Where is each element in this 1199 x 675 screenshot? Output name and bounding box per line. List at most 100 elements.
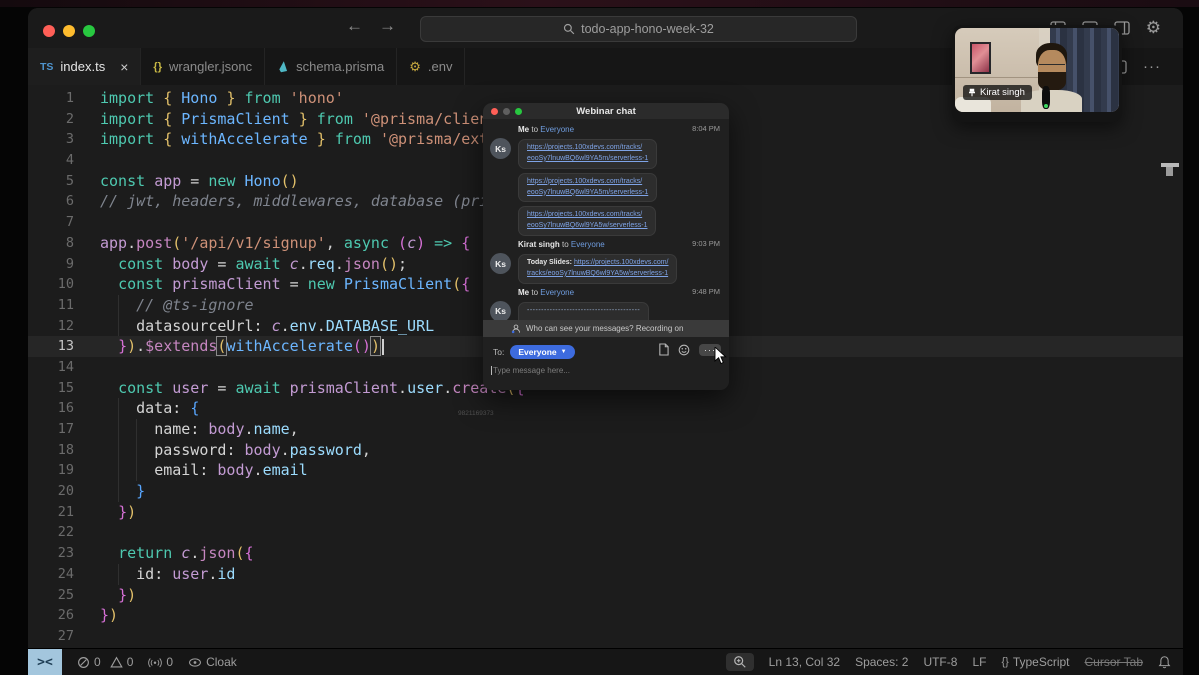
chat-link[interactable]: eooSy7lnuwBQ6wl9YA5w/serverless-1 bbox=[527, 222, 647, 229]
back-arrow-icon[interactable]: ← bbox=[346, 16, 363, 36]
search-text: todo-app-hono-week-32 bbox=[581, 22, 714, 36]
remote-indicator[interactable]: >< bbox=[28, 649, 62, 675]
code-text: const body = await c.req.json(); bbox=[118, 254, 408, 273]
chat-link[interactable]: eooSy7lnuwBQ6wl9YA5m/serverless-1 bbox=[527, 155, 648, 162]
language-mode[interactable]: {} TypeScript bbox=[1001, 655, 1069, 669]
broadcast-icon bbox=[148, 658, 163, 668]
cursor-position[interactable]: Ln 13, Col 32 bbox=[769, 655, 840, 669]
minimize-window-button[interactable] bbox=[63, 25, 75, 37]
gear-file-icon: ⚙ bbox=[409, 59, 421, 74]
chat-privacy-banner: Who can see your messages? Recording on bbox=[483, 320, 729, 337]
chat-link[interactable]: https://projects.100xdevs.com/tracks/ bbox=[527, 178, 642, 185]
tab-schema-prisma[interactable]: schema.prisma bbox=[265, 48, 398, 85]
wall-art bbox=[969, 42, 992, 75]
avatar: Ks bbox=[490, 300, 511, 320]
line-number: 18 bbox=[57, 441, 74, 458]
vscode-window: ← → todo-app-hono-week-32 ⚙ TS index.ts … bbox=[28, 8, 1183, 675]
search-icon bbox=[564, 23, 575, 35]
participant-name: Kirat singh bbox=[980, 87, 1025, 98]
code-line[interactable]: 21 }) bbox=[28, 502, 1183, 523]
code-text: password: body.password, bbox=[100, 439, 371, 461]
chat-title: Webinar chat bbox=[576, 105, 636, 117]
code-text: const app = new Hono() bbox=[100, 171, 299, 190]
chat-message-time: 8:04 PM bbox=[692, 124, 720, 133]
audience-value: Everyone bbox=[518, 347, 557, 357]
chat-link[interactable]: https://projects.100xdevs.com/ bbox=[574, 259, 669, 266]
line-number: 24 bbox=[57, 565, 74, 582]
line-number: 2 bbox=[65, 110, 74, 127]
problems-indicator[interactable]: 0 0 bbox=[77, 655, 133, 669]
chat-message-list[interactable]: Me to Everyone 8:04 PM Ks https://projects.… bbox=[483, 119, 729, 320]
warning-icon bbox=[109, 655, 123, 668]
line-number: 14 bbox=[57, 358, 74, 375]
chat-message-time: 9:03 PM bbox=[692, 239, 720, 249]
chat-link[interactable]: eooSy7lnuwBQ6wl9YA5m/serverless-1 bbox=[527, 189, 648, 196]
code-text: id: user.id bbox=[100, 563, 235, 585]
warning-count: 0 bbox=[126, 655, 134, 669]
avatar: Ks bbox=[490, 253, 511, 275]
tab-label: wrangler.jsonc bbox=[168, 59, 253, 74]
tab-wrangler-jsonc[interactable]: {} wrangler.jsonc bbox=[141, 48, 266, 85]
code-line[interactable]: 27 bbox=[28, 626, 1183, 647]
eol-sequence[interactable]: LF bbox=[972, 655, 986, 669]
code-line[interactable]: 25 }) bbox=[28, 585, 1183, 606]
settings-gear-icon[interactable]: ⚙ bbox=[1146, 19, 1161, 36]
code-line[interactable]: 20 } bbox=[28, 481, 1183, 502]
code-text: const user = await prismaClient.user.cre… bbox=[118, 378, 524, 397]
emoji-icon[interactable] bbox=[678, 344, 690, 356]
command-center-search[interactable]: todo-app-hono-week-32 bbox=[420, 16, 857, 42]
magnifier-plus-icon bbox=[733, 656, 746, 668]
line-number: 1 bbox=[65, 90, 74, 106]
chat-link[interactable]: https://projects.100xdevs.com/tracks/ bbox=[527, 211, 642, 218]
maximize-window-button[interactable] bbox=[83, 25, 95, 37]
code-text: // @ts-ignore bbox=[100, 294, 254, 316]
pin-icon bbox=[969, 88, 975, 97]
encoding[interactable]: UTF-8 bbox=[923, 655, 957, 669]
cloak-extension[interactable]: Cloak bbox=[188, 655, 237, 669]
screen: ← → todo-app-hono-week-32 ⚙ TS index.ts … bbox=[0, 0, 1199, 675]
code-text: name: body.name, bbox=[100, 419, 299, 440]
chat-message: Me to Everyone 8:04 PM Ks https://projects.… bbox=[483, 124, 729, 203]
line-number: 17 bbox=[57, 421, 74, 437]
attach-file-icon[interactable] bbox=[658, 343, 669, 356]
chat-message-bubble[interactable]: https://projects.100xdevs.com/tracks/eoo… bbox=[518, 139, 658, 169]
code-text: }) bbox=[100, 606, 119, 625]
chat-message-bubble[interactable]: Today Slides: https://projects.100xdevs.… bbox=[518, 254, 678, 284]
ports-indicator[interactable]: 0 bbox=[148, 655, 173, 669]
webinar-chat-window[interactable]: Webinar chat Me to Everyone 8:04 PM Ks http… bbox=[483, 103, 729, 390]
code-text: }) bbox=[118, 502, 137, 521]
error-count: 0 bbox=[94, 655, 101, 669]
chat-link[interactable]: tracks/eooSy7lnuwBQ6wl9YA5w/serverless-1 bbox=[527, 270, 668, 277]
tab--env[interactable]: ⚙ .env bbox=[397, 48, 466, 85]
audience-selector[interactable]: Everyone ▼ bbox=[510, 345, 575, 359]
line-number: 10 bbox=[57, 276, 74, 293]
code-text: app.post('/api/v1/signup', async (c) => … bbox=[100, 233, 471, 252]
mouse-cursor bbox=[714, 347, 727, 365]
person bbox=[1021, 43, 1083, 112]
zoom-status-button[interactable] bbox=[725, 653, 754, 671]
chat-message-input[interactable]: Type message here... bbox=[491, 366, 729, 376]
editor-caret bbox=[381, 338, 384, 355]
forward-arrow-icon[interactable]: → bbox=[379, 16, 396, 36]
chat-message-bubble[interactable]: https://projects.100xdevs.com/tracks/eoo… bbox=[518, 206, 657, 237]
code-line[interactable]: 22 bbox=[28, 522, 1183, 543]
editor-actions-more-icon[interactable]: ··· bbox=[1143, 58, 1161, 75]
chat-message-bubble[interactable]: https://projects.100xdevs.com/tracks/eoo… bbox=[518, 172, 658, 203]
code-line[interactable]: 18 password: body.password, bbox=[28, 439, 1183, 461]
indentation[interactable]: Spaces: 2 bbox=[855, 655, 908, 669]
code-line[interactable]: 19 email: body.email bbox=[28, 460, 1183, 482]
code-line[interactable]: 17 name: body.name, bbox=[28, 419, 1183, 440]
notifications-bell-icon[interactable] bbox=[1158, 655, 1171, 669]
chat-message-header: Me to Everyone bbox=[518, 125, 575, 134]
cursor-tab-toggle[interactable]: Cursor Tab bbox=[1085, 655, 1143, 669]
close-tab-icon[interactable]: × bbox=[120, 59, 128, 75]
line-number: 13 bbox=[57, 338, 74, 355]
code-line[interactable]: 16 data: { bbox=[28, 398, 1183, 420]
chat-link[interactable]: https://projects.100xdevs.com/tracks/ bbox=[527, 144, 642, 151]
tab-index-ts[interactable]: TS index.ts × bbox=[28, 48, 142, 85]
webcam-overlay[interactable]: Kirat singh bbox=[952, 25, 1122, 122]
code-line[interactable]: 26}) bbox=[28, 605, 1183, 626]
code-line[interactable]: 24 id: user.id bbox=[28, 563, 1183, 585]
close-window-button[interactable] bbox=[43, 25, 55, 37]
code-line[interactable]: 23 return c.json({ bbox=[28, 543, 1183, 564]
